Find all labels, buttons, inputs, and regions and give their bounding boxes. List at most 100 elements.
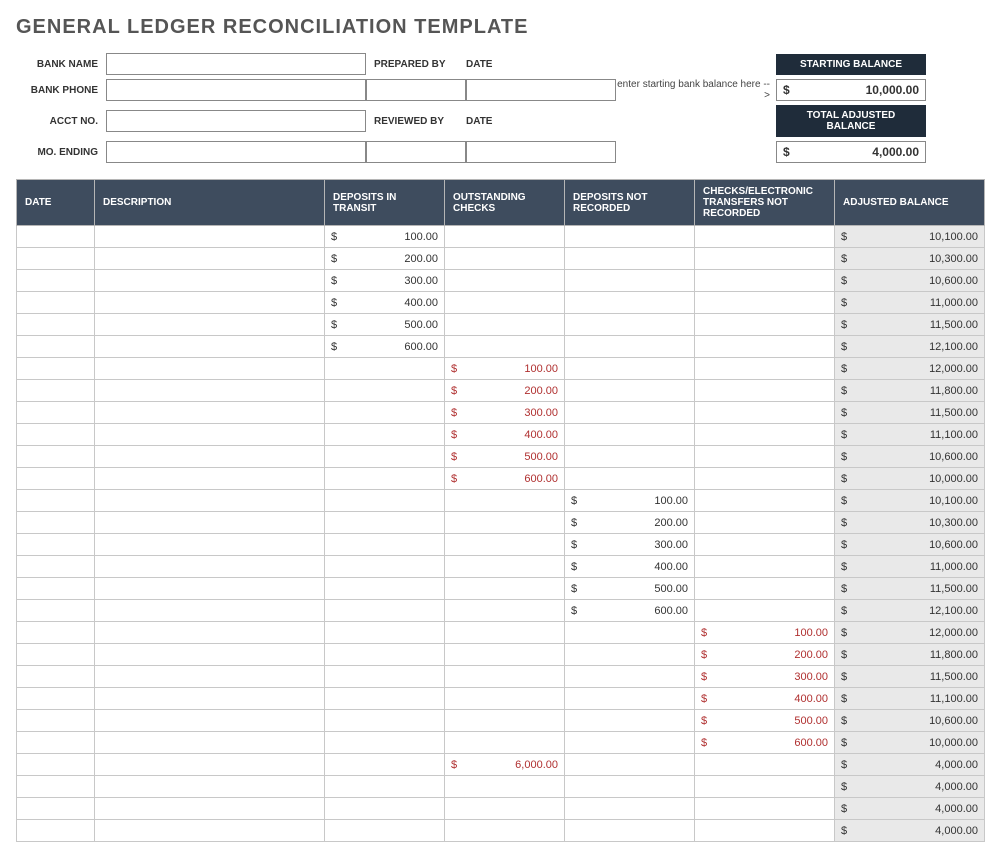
table-cell[interactable] (325, 380, 445, 402)
table-cell[interactable] (565, 820, 695, 842)
table-cell[interactable] (695, 424, 835, 446)
cell-description[interactable] (95, 248, 325, 270)
table-cell[interactable] (445, 578, 565, 600)
table-cell[interactable] (325, 666, 445, 688)
table-cell[interactable] (325, 534, 445, 556)
cell-date[interactable] (17, 490, 95, 512)
table-cell[interactable]: $10,300.00 (835, 512, 985, 534)
table-cell[interactable]: $11,800.00 (835, 380, 985, 402)
table-cell[interactable]: $11,500.00 (835, 578, 985, 600)
table-cell[interactable]: $200.00 (565, 512, 695, 534)
table-cell[interactable] (565, 336, 695, 358)
table-cell[interactable]: $11,500.00 (835, 666, 985, 688)
cell-date[interactable] (17, 622, 95, 644)
table-cell[interactable] (695, 468, 835, 490)
table-cell[interactable] (695, 776, 835, 798)
table-cell[interactable]: $12,000.00 (835, 622, 985, 644)
cell-description[interactable] (95, 314, 325, 336)
table-cell[interactable]: $10,100.00 (835, 490, 985, 512)
table-cell[interactable]: $11,500.00 (835, 402, 985, 424)
table-cell[interactable] (325, 776, 445, 798)
cell-date[interactable] (17, 600, 95, 622)
table-cell[interactable] (325, 600, 445, 622)
cell-date[interactable] (17, 754, 95, 776)
table-cell[interactable]: $6,000.00 (445, 754, 565, 776)
cell-date[interactable] (17, 688, 95, 710)
table-cell[interactable] (445, 292, 565, 314)
cell-date[interactable] (17, 556, 95, 578)
cell-description[interactable] (95, 666, 325, 688)
table-cell[interactable]: $100.00 (445, 358, 565, 380)
table-cell[interactable]: $10,000.00 (835, 468, 985, 490)
table-cell[interactable]: $200.00 (695, 644, 835, 666)
table-cell[interactable]: $10,600.00 (835, 710, 985, 732)
cell-date[interactable] (17, 776, 95, 798)
cell-description[interactable] (95, 534, 325, 556)
table-cell[interactable] (695, 490, 835, 512)
table-cell[interactable] (695, 600, 835, 622)
table-cell[interactable]: $200.00 (445, 380, 565, 402)
cell-description[interactable] (95, 226, 325, 248)
table-cell[interactable] (445, 556, 565, 578)
input-bank-phone[interactable] (106, 79, 366, 101)
table-cell[interactable] (445, 600, 565, 622)
table-cell[interactable] (695, 314, 835, 336)
table-cell[interactable] (565, 380, 695, 402)
table-cell[interactable]: $12,000.00 (835, 358, 985, 380)
cell-date[interactable] (17, 534, 95, 556)
table-cell[interactable] (445, 820, 565, 842)
table-cell[interactable]: $10,300.00 (835, 248, 985, 270)
cell-date[interactable] (17, 644, 95, 666)
table-cell[interactable]: $500.00 (445, 446, 565, 468)
table-cell[interactable]: $600.00 (325, 336, 445, 358)
cell-description[interactable] (95, 292, 325, 314)
table-cell[interactable] (565, 270, 695, 292)
cell-date[interactable] (17, 710, 95, 732)
table-cell[interactable] (445, 710, 565, 732)
cell-date[interactable] (17, 578, 95, 600)
cell-description[interactable] (95, 578, 325, 600)
table-cell[interactable]: $11,800.00 (835, 644, 985, 666)
table-cell[interactable]: $10,100.00 (835, 226, 985, 248)
table-cell[interactable]: $400.00 (695, 688, 835, 710)
table-cell[interactable] (325, 446, 445, 468)
input-mo-ending[interactable] (106, 141, 366, 163)
table-cell[interactable] (565, 424, 695, 446)
table-cell[interactable] (325, 622, 445, 644)
input-prepared-by[interactable] (366, 79, 466, 101)
table-cell[interactable] (445, 688, 565, 710)
table-cell[interactable] (565, 468, 695, 490)
table-cell[interactable] (695, 820, 835, 842)
table-cell[interactable] (695, 798, 835, 820)
table-cell[interactable] (445, 644, 565, 666)
table-cell[interactable] (695, 556, 835, 578)
cell-description[interactable] (95, 468, 325, 490)
table-cell[interactable]: $500.00 (695, 710, 835, 732)
starting-balance-value[interactable]: $ 10,000.00 (776, 79, 926, 101)
table-cell[interactable] (565, 314, 695, 336)
cell-date[interactable] (17, 512, 95, 534)
table-cell[interactable]: $500.00 (565, 578, 695, 600)
table-cell[interactable] (695, 248, 835, 270)
cell-date[interactable] (17, 336, 95, 358)
table-cell[interactable] (325, 490, 445, 512)
table-cell[interactable]: $11,100.00 (835, 424, 985, 446)
table-cell[interactable] (325, 644, 445, 666)
cell-description[interactable] (95, 776, 325, 798)
cell-description[interactable] (95, 424, 325, 446)
table-cell[interactable] (565, 402, 695, 424)
cell-date[interactable] (17, 666, 95, 688)
cell-date[interactable] (17, 424, 95, 446)
table-cell[interactable] (445, 622, 565, 644)
table-cell[interactable] (695, 380, 835, 402)
table-cell[interactable]: $400.00 (445, 424, 565, 446)
table-cell[interactable] (325, 402, 445, 424)
cell-date[interactable] (17, 358, 95, 380)
table-cell[interactable]: $11,100.00 (835, 688, 985, 710)
table-cell[interactable]: $10,000.00 (835, 732, 985, 754)
table-cell[interactable] (565, 248, 695, 270)
table-cell[interactable] (695, 402, 835, 424)
cell-description[interactable] (95, 446, 325, 468)
cell-description[interactable] (95, 820, 325, 842)
table-cell[interactable]: $300.00 (565, 534, 695, 556)
